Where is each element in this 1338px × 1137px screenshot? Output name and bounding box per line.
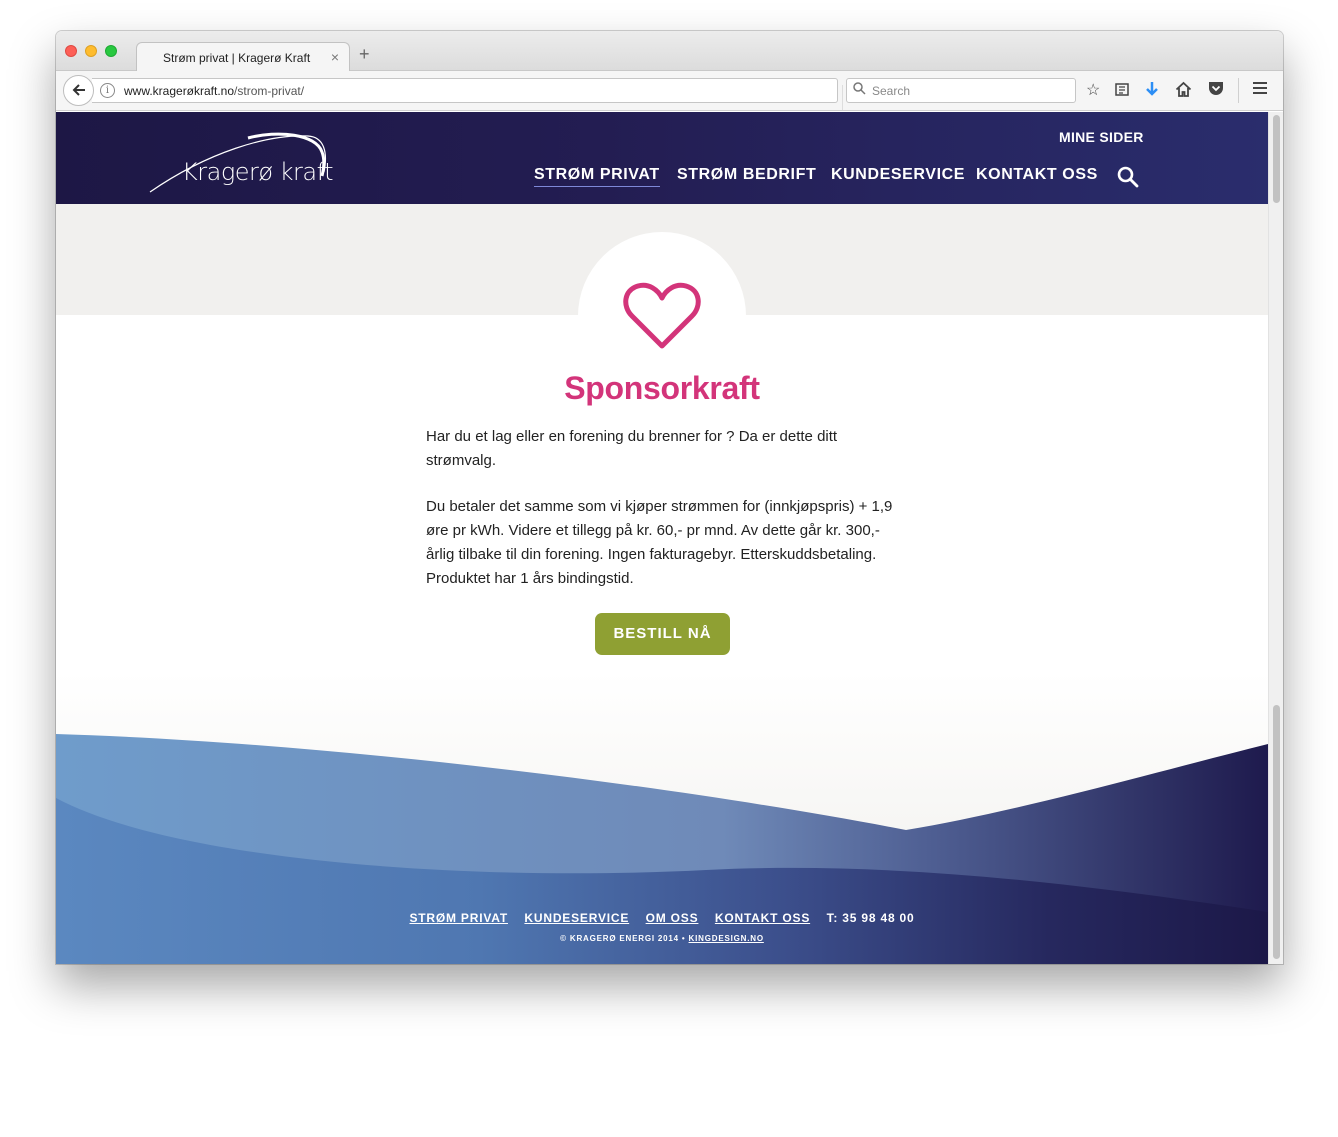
- mine-sider-link[interactable]: MINE SIDER: [1059, 129, 1144, 145]
- browser-window: Strøm privat | Kragerø Kraft × + i www.k…: [56, 31, 1283, 964]
- pocket-icon[interactable]: [1208, 81, 1224, 102]
- download-icon[interactable]: [1144, 81, 1160, 105]
- home-icon[interactable]: [1175, 81, 1192, 103]
- scrollbar-thumb[interactable]: [1273, 115, 1280, 203]
- search-icon[interactable]: [1116, 165, 1140, 189]
- details-paragraph: Du betaler det samme som vi kjøper strøm…: [426, 498, 893, 587]
- footer-phone: T: 35 98 48 00: [826, 911, 915, 925]
- search-placeholder: Search: [872, 84, 911, 98]
- tab-close-icon[interactable]: ×: [331, 49, 339, 65]
- zoom-window-button[interactable]: [105, 45, 117, 57]
- logo-text[interactable]: Kragerø kraft: [182, 158, 334, 186]
- nav-strom-privat[interactable]: STRØM PRIVAT: [534, 166, 660, 187]
- search-icon: [853, 82, 866, 98]
- nav-kundeservice[interactable]: KUNDESERVICE: [831, 166, 965, 184]
- footer-links: STRØM PRIVAT KUNDESERVICE OM OSS KONTAKT…: [56, 909, 1268, 927]
- footer-link-kundeservice[interactable]: KUNDESERVICE: [524, 911, 629, 925]
- navigation-bar: i www.kragerøkraft.no/strom-privat/ ⟳ Se…: [56, 71, 1283, 111]
- bestill-na-button[interactable]: BESTILL NÅ: [595, 613, 730, 655]
- browser-tab[interactable]: Strøm privat | Kragerø Kraft ×: [136, 42, 350, 72]
- new-tab-icon[interactable]: +: [359, 45, 370, 63]
- footer-link-kontakt-oss[interactable]: KONTAKT OSS: [715, 911, 810, 925]
- page-title: Sponsorkraft: [564, 370, 760, 406]
- info-icon[interactable]: i: [100, 83, 115, 98]
- nav-strom-bedrift[interactable]: STRØM BEDRIFT: [677, 166, 816, 184]
- footer-link-om-oss[interactable]: OM OSS: [646, 911, 699, 925]
- menu-icon[interactable]: [1252, 81, 1268, 101]
- tab-title: Strøm privat | Kragerø Kraft: [163, 51, 311, 65]
- back-button[interactable]: [63, 75, 94, 106]
- web-page: Kragerø kraft MINE SIDER STRØM PRIVAT ST…: [56, 112, 1268, 964]
- url-bar[interactable]: i www.kragerøkraft.no/strom-privat/ ⟳: [92, 78, 863, 110]
- bookmark-star-icon[interactable]: ☆: [1086, 81, 1100, 101]
- copyright-text: © KRAGERØ ENERGI 2014 •: [560, 934, 686, 943]
- page-scrollbar[interactable]: [1268, 112, 1283, 964]
- kingdesign-link[interactable]: KINGDESIGN.NO: [689, 934, 764, 943]
- search-bar[interactable]: Search: [846, 78, 1076, 103]
- close-window-button[interactable]: [65, 45, 77, 57]
- heart-icon: [623, 282, 701, 349]
- tab-bar: Strøm privat | Kragerø Kraft × +: [56, 31, 1283, 72]
- nav-kontakt-oss[interactable]: KONTAKT OSS: [976, 166, 1098, 184]
- footer-link-strom-privat[interactable]: STRØM PRIVAT: [409, 911, 508, 925]
- back-arrow-icon: [72, 84, 85, 96]
- footer-copyright: © KRAGERØ ENERGI 2014 • KINGDESIGN.NO: [56, 934, 1268, 943]
- toolbar-separator: [1238, 78, 1239, 103]
- site-header: Kragerø kraft MINE SIDER STRØM PRIVAT ST…: [56, 112, 1268, 204]
- url-text[interactable]: www.kragerøkraft.no/strom-privat/: [124, 84, 304, 98]
- scrollbar-thumb-lower[interactable]: [1273, 705, 1280, 959]
- intro-paragraph: Har du et lag eller en forening du brenn…: [426, 428, 838, 469]
- reading-list-icon[interactable]: [1114, 81, 1130, 103]
- minimize-window-button[interactable]: [85, 45, 97, 57]
